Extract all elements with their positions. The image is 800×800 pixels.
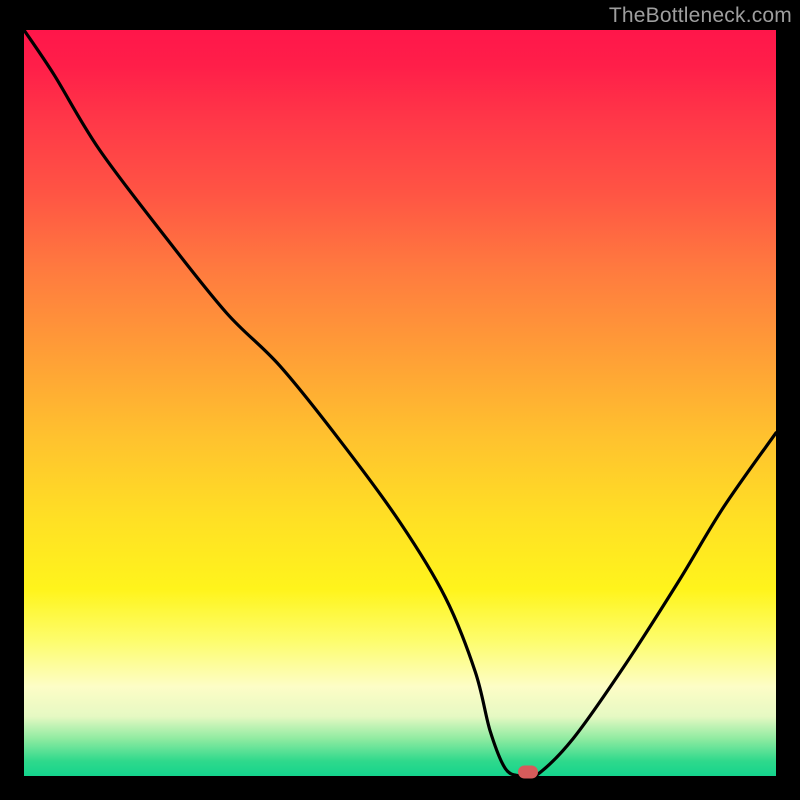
user-config-marker xyxy=(518,766,538,779)
chart-stage: TheBottleneck.com xyxy=(0,0,800,800)
bottleneck-curve xyxy=(24,30,776,776)
watermark-text: TheBottleneck.com xyxy=(609,4,792,28)
plot-area xyxy=(24,30,776,776)
curve-path xyxy=(24,30,776,776)
